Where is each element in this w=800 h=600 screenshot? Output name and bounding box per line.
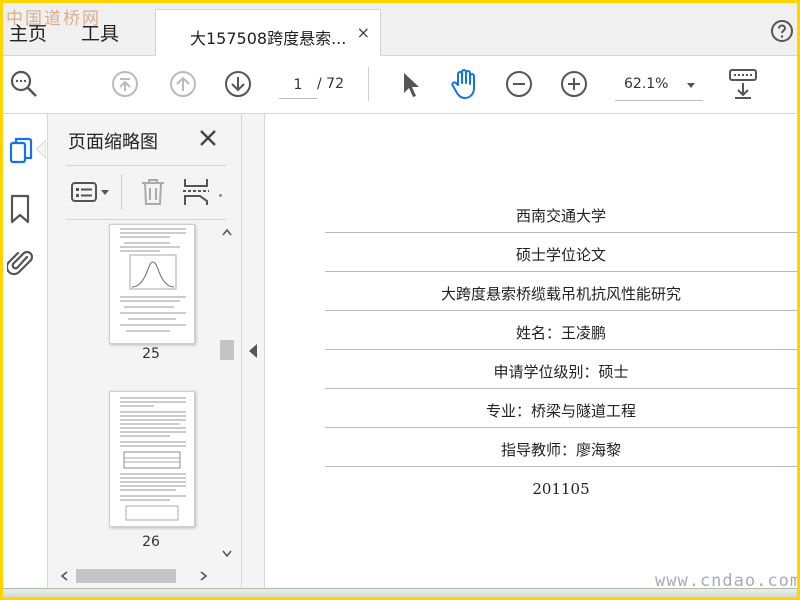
hand-tool-icon[interactable] [449,67,481,101]
page-thumbnails-icon[interactable] [8,136,34,166]
help-icon[interactable] [770,19,794,43]
zoom-in-icon[interactable] [560,70,588,98]
doc-line-date: 201105 [532,480,590,498]
doc-line-university: 西南交通大学 [325,194,797,233]
delete-icon[interactable] [140,177,166,207]
zoom-search-icon[interactable] [9,69,39,99]
toolbar-divider [368,67,369,101]
chevron-down-icon[interactable] [101,190,109,195]
first-page-icon[interactable] [111,70,139,98]
pdf-viewer-window: 主页 工具 大157508跨度悬索... × 中国道桥网 / 72 [3,3,797,597]
thumbnail-label-25: 25 [142,346,160,362]
page-number-input[interactable] [279,72,317,99]
thumbnail-page-26-preview [120,397,186,521]
thumbnail-panel: 页面缩略图 25 26 [48,114,242,597]
select-cursor-icon[interactable] [399,70,423,100]
vertical-scroll-thumb[interactable] [220,340,234,360]
navigation-rail [3,114,48,597]
panel-collapse-strip[interactable] [242,114,265,597]
document-tab-title: 大157508跨度悬索... [190,29,347,48]
doc-line-advisor: 指导教师：廖海黎 [325,428,797,467]
thumbnail-page-25-preview [120,228,186,332]
scroll-up-icon[interactable] [222,228,232,236]
page-total: / 72 [317,76,344,92]
close-panel-icon[interactable] [198,128,218,148]
thumbnail-page-25[interactable] [109,224,195,344]
watermark-top: 中国道桥网 [6,9,101,29]
document-page[interactable]: 西南交通大学 硕士学位论文 大跨度悬索桥缆载吊机抗风性能研究 姓名：王凌鹏 申请… [265,114,797,597]
scroll-right-icon[interactable] [200,571,208,581]
thumbnail-options-icon[interactable] [70,180,98,204]
thumbnail-list: 25 26 [48,220,220,564]
chevron-down-icon[interactable] [687,83,695,88]
horizontal-scroll-thumb[interactable] [76,569,176,583]
scroll-down-icon[interactable] [222,550,232,558]
doc-line-major: 专业：桥梁与隧道工程 [325,389,797,428]
doc-line-author: 姓名：王凌鹏 [325,311,797,350]
next-page-icon[interactable] [224,70,252,98]
close-tab-icon[interactable]: × [357,23,370,42]
keyboard-download-icon[interactable] [727,67,759,101]
doc-line-thesis-title: 大跨度悬索桥缆载吊机抗风性能研究 [325,272,797,311]
zoom-out-icon[interactable] [505,70,533,98]
tab-bar: 主页 工具 大157508跨度悬索... × [3,3,797,56]
watermark-bottom: www.cndao.com [655,571,797,591]
doc-line-degree-level: 申请学位级别：硕士 [325,350,797,389]
active-pointer-icon [36,140,46,158]
zoom-select[interactable]: 62.1% [615,70,703,101]
thumbnail-page-26[interactable] [109,391,195,527]
page-extract-icon[interactable] [182,177,210,207]
zoom-value: 62.1% [624,76,669,92]
document-tab[interactable]: 大157508跨度悬索... × [155,9,381,56]
panel-toolbar [66,165,226,220]
scroll-left-icon[interactable] [60,571,68,581]
thumbnail-horizontal-scrollbar[interactable] [58,566,218,584]
thumbnail-vertical-scrollbar[interactable] [218,220,236,564]
previous-page-icon[interactable] [169,70,197,98]
panel-title: 页面缩略图 [68,132,158,153]
collapse-left-icon[interactable] [249,344,257,358]
more-options-icon[interactable] [219,194,222,197]
panel-toolbar-divider [121,174,122,210]
thumbnail-label-26: 26 [142,534,160,550]
bookmark-icon[interactable] [9,194,31,224]
attachment-icon[interactable] [7,248,35,278]
doc-line-degree-type: 硕士学位论文 [325,233,797,272]
